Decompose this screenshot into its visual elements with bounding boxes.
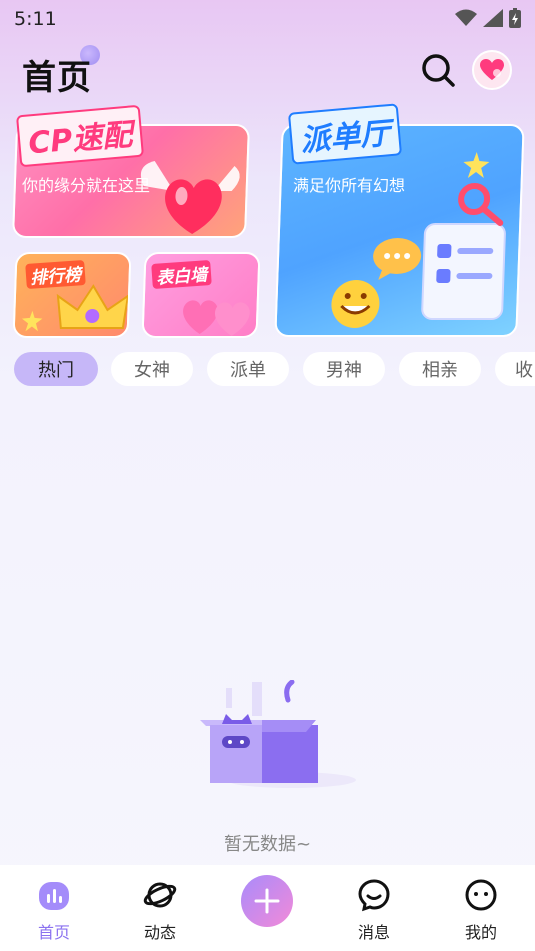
paidan-hall-badge: 派单厅 <box>287 103 403 165</box>
nav-messages[interactable]: 消息 <box>334 875 414 943</box>
battery-icon <box>509 8 521 28</box>
empty-box-illustration <box>200 680 356 788</box>
paidan-hall-subtitle: 满足你所有幻想 <box>293 176 406 195</box>
tab-more[interactable]: 收 <box>495 352 535 386</box>
cp-match-subtitle: 你的缘分就在这里 <box>22 176 151 195</box>
profile-icon <box>461 875 501 915</box>
avatar-button[interactable] <box>472 50 512 90</box>
star-icon <box>463 152 490 178</box>
ranking-badge: 排行榜 <box>25 259 86 290</box>
search-button[interactable] <box>420 52 456 88</box>
heart-icon <box>480 59 504 80</box>
star-icon <box>21 310 43 332</box>
page-title: 首页 <box>22 58 92 98</box>
nav-home[interactable]: 首页 <box>14 875 94 943</box>
nav-profile[interactable]: 我的 <box>441 875 521 943</box>
tab-goddess[interactable]: 女神 <box>111 352 193 386</box>
confession-wall-badge: 表白墙 <box>151 259 212 290</box>
planet-icon <box>140 875 180 915</box>
wifi-icon <box>455 9 477 26</box>
tab-male-god[interactable]: 男神 <box>303 352 385 386</box>
home-icon <box>34 875 74 915</box>
chat-bubble-icon <box>373 238 422 280</box>
status-time: 5:11 <box>14 8 57 30</box>
category-tabs: 热门 女神 派单 男神 相亲 收 <box>14 352 535 386</box>
search-icon <box>422 54 455 87</box>
nav-messages-label: 消息 <box>357 923 390 942</box>
cp-match-badge: CP速配 <box>15 104 145 168</box>
plus-icon <box>254 888 280 914</box>
hearts-icon <box>183 300 250 336</box>
task-list-icon <box>421 223 506 320</box>
nav-home-label: 首页 <box>37 923 70 942</box>
search-pin-icon <box>458 183 504 226</box>
create-post-button[interactable] <box>241 875 293 927</box>
tab-blind-date[interactable]: 相亲 <box>399 352 481 386</box>
nav-feed-label: 动态 <box>143 923 176 942</box>
tab-paidan[interactable]: 派单 <box>207 352 289 386</box>
bottom-nav: 首页 动态 消息 我的 <box>0 865 535 951</box>
tab-hot[interactable]: 热门 <box>14 352 98 386</box>
emoji-icon <box>331 280 380 328</box>
status-icons <box>455 8 521 28</box>
nav-feed[interactable]: 动态 <box>120 875 200 943</box>
message-icon <box>354 875 394 915</box>
signal-icon <box>483 9 503 27</box>
nav-profile-label: 我的 <box>464 923 497 942</box>
crown-icon <box>56 284 130 329</box>
status-bar: 5:11 <box>0 0 535 36</box>
empty-state-text: 暂无数据~ <box>223 834 312 855</box>
